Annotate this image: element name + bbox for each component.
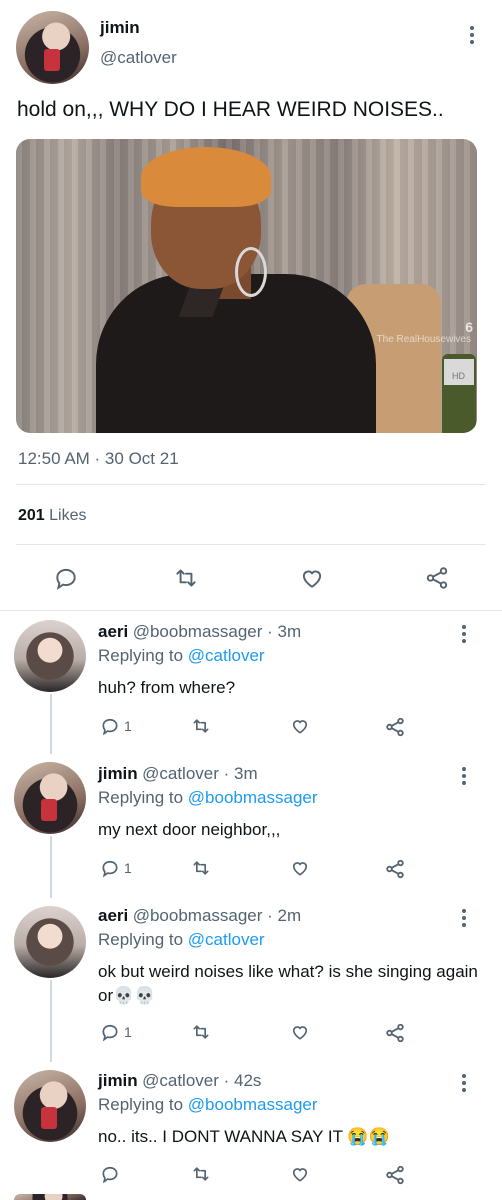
retweet-icon[interactable] (172, 565, 200, 591)
media-watermark-2: HD (452, 371, 465, 381)
author-avatar[interactable] (16, 11, 89, 84)
reply-author-name[interactable]: jimin (98, 1071, 138, 1090)
retweet-icon[interactable] (190, 716, 212, 736)
media-watermark: The RealHousewives (376, 334, 472, 345)
tweet-timestamp[interactable]: 12:50 AM · 30 Oct 21 (18, 449, 179, 469)
tweet-media[interactable]: 6 The RealHousewives HD (16, 139, 477, 433)
more-icon[interactable] (462, 1074, 466, 1095)
reply-handle-time: @catlover · 3m (142, 764, 258, 783)
next-reply-avatar[interactable] (14, 1194, 86, 1200)
heart-icon[interactable] (289, 858, 311, 878)
thread-line (50, 694, 52, 754)
reply-icon[interactable] (100, 716, 120, 736)
more-icon[interactable] (462, 909, 466, 930)
more-icon[interactable] (462, 625, 466, 646)
replying-prefix: Replying to (98, 930, 184, 949)
reply-icon[interactable] (100, 1164, 120, 1184)
replying-to-link[interactable]: @catlover (188, 930, 265, 949)
author-name[interactable]: jimin (100, 18, 140, 38)
more-icon[interactable] (462, 767, 466, 788)
heart-icon[interactable] (298, 565, 326, 591)
share-icon[interactable] (384, 858, 406, 880)
reply-icon[interactable] (100, 858, 120, 878)
retweet-icon[interactable] (190, 858, 212, 878)
divider (16, 484, 486, 485)
likes-count: 201 (18, 507, 45, 524)
reply-count: 1 (124, 860, 132, 876)
thread-line (50, 836, 52, 898)
retweet-icon[interactable] (190, 1164, 212, 1184)
replying-to: Replying to @catlover (98, 930, 265, 950)
retweet-icon[interactable] (190, 1022, 212, 1042)
tweet-text: hold on,,, WHY DO I HEAR WEIRD NOISES.. (17, 98, 444, 121)
reply-header: aeri @boobmassager · 3m (98, 622, 301, 642)
reply-text: my next door neighbor,,, (98, 820, 281, 839)
share-icon[interactable] (384, 716, 406, 738)
share-icon[interactable] (384, 1164, 406, 1186)
replying-to: Replying to @catlover (98, 646, 265, 666)
divider (0, 610, 502, 611)
divider (16, 544, 486, 545)
heart-icon[interactable] (289, 1164, 311, 1184)
more-icon[interactable] (470, 26, 474, 47)
reply-author-name[interactable]: aeri (98, 906, 128, 925)
reply-avatar[interactable] (14, 620, 86, 692)
heart-icon[interactable] (289, 716, 311, 736)
share-icon[interactable] (423, 565, 451, 591)
replying-to-link[interactable]: @boobmassager (188, 1095, 318, 1114)
reply-avatar[interactable] (14, 762, 86, 834)
reply-text: ok but weird noises like what? is she si… (98, 962, 478, 1005)
replying-prefix: Replying to (98, 1095, 184, 1114)
reply-handle-time: @catlover · 42s (142, 1071, 262, 1090)
reply-count: 1 (124, 1024, 132, 1040)
media-watermark-number: 6 (465, 319, 473, 335)
replying-prefix: Replying to (98, 788, 184, 807)
replying-prefix: Replying to (98, 646, 184, 665)
replying-to-link[interactable]: @catlover (188, 646, 265, 665)
likes-stat[interactable]: 201 Likes (18, 507, 87, 525)
replying-to-link[interactable]: @boobmassager (188, 788, 318, 807)
reply-avatar[interactable] (14, 1070, 86, 1142)
reply-handle-time: @boobmassager · 3m (132, 622, 302, 641)
likes-label: Likes (49, 507, 87, 524)
thread-line (50, 980, 52, 1062)
reply-handle-time: @boobmassager · 2m (132, 906, 302, 925)
replying-to: Replying to @boobmassager (98, 788, 318, 808)
reply-author-name[interactable]: jimin (98, 764, 138, 783)
replying-to: Replying to @boobmassager (98, 1095, 318, 1115)
reply-icon[interactable] (100, 1022, 120, 1042)
author-handle[interactable]: @catlover (100, 48, 177, 68)
reply-author-name[interactable]: aeri (98, 622, 128, 641)
reply-text: no.. its.. I DONT WANNA SAY IT 😭😭 (98, 1127, 390, 1146)
heart-icon[interactable] (289, 1022, 311, 1042)
reply-header: jimin @catlover · 3m (98, 764, 258, 784)
reply-text: huh? from where? (98, 678, 236, 697)
share-icon[interactable] (384, 1022, 406, 1044)
reply-icon[interactable] (53, 565, 79, 591)
reply-count: 1 (124, 718, 132, 734)
reply-header: jimin @catlover · 42s (98, 1071, 261, 1091)
reply-avatar[interactable] (14, 906, 86, 978)
reply-header: aeri @boobmassager · 2m (98, 906, 301, 926)
